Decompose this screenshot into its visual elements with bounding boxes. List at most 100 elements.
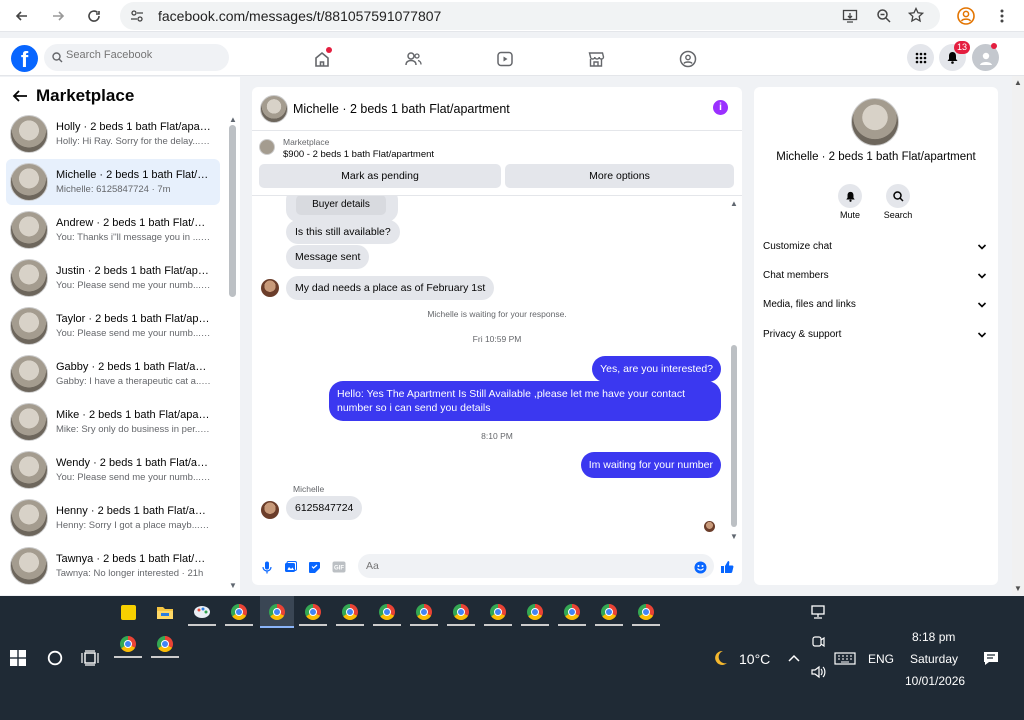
notification-center-icon[interactable] xyxy=(977,644,1005,672)
conversation-item[interactable]: Wendy · 2 beds 1 bath Flat/apa... You: Pl… xyxy=(6,447,220,493)
chrome-icon[interactable] xyxy=(558,598,586,626)
chat-avatar[interactable] xyxy=(260,95,288,123)
chrome-icon[interactable] xyxy=(225,598,253,626)
chrome-icon[interactable] xyxy=(632,598,660,626)
section-chat-members[interactable]: Chat members xyxy=(763,270,991,290)
chat-scrollbar[interactable] xyxy=(731,345,737,527)
marketplace-icon[interactable] xyxy=(585,48,607,70)
file-explorer-icon[interactable] xyxy=(151,598,179,626)
conversation-preview: You: Please send me your numb... · 20h xyxy=(56,472,211,483)
search-conversation-icon[interactable] xyxy=(886,184,910,208)
chrome-icon[interactable] xyxy=(299,598,327,626)
profile-icon[interactable] xyxy=(955,5,977,27)
video-icon[interactable] xyxy=(494,48,516,70)
scroll-down-arrow-icon[interactable]: ▼ xyxy=(1014,584,1022,593)
install-app-icon[interactable] xyxy=(842,8,858,24)
menu-grid-icon[interactable] xyxy=(907,44,934,71)
volume-icon[interactable] xyxy=(804,658,832,686)
back-arrow-icon[interactable] xyxy=(12,89,28,103)
conversation-item[interactable]: Holly · 2 beds 1 bath Flat/apart... Holly… xyxy=(6,111,220,157)
emoji-icon[interactable] xyxy=(693,560,707,574)
conversation-preview: Michelle: 6125847724 · 7m xyxy=(56,184,171,195)
weather-temperature[interactable]: 10°C xyxy=(739,651,770,667)
message-input[interactable] xyxy=(358,554,714,578)
windows-start-icon[interactable] xyxy=(4,644,32,672)
chevron-down-icon xyxy=(977,301,987,309)
meet-now-icon[interactable] xyxy=(804,628,832,656)
bookmark-star-icon[interactable] xyxy=(908,7,924,23)
section-media-files-links[interactable]: Media, files and links xyxy=(763,299,991,319)
chrome-icon[interactable] xyxy=(114,630,142,658)
task-view-icon[interactable] xyxy=(76,644,104,672)
conversation-item[interactable]: Tawnya · 2 beds 1 bath Flat/apa... Tawnya… xyxy=(6,543,220,589)
buyer-details-button[interactable]: Buyer details xyxy=(296,196,386,215)
timestamp: Fri 10:59 PM xyxy=(472,334,522,344)
chrome-icon[interactable] xyxy=(447,598,475,626)
info-icon[interactable]: i xyxy=(713,100,728,115)
mute-bell-icon[interactable] xyxy=(838,184,862,208)
more-options-button[interactable]: More options xyxy=(505,164,734,188)
facebook-logo-icon[interactable]: f xyxy=(11,45,38,72)
paint-app-icon[interactable] xyxy=(188,598,216,626)
notifications-bell-icon[interactable]: 13 xyxy=(939,41,971,71)
friends-icon[interactable] xyxy=(402,48,424,70)
scroll-up-arrow-icon[interactable]: ▲ xyxy=(229,116,237,124)
chrome-icon[interactable] xyxy=(484,598,512,626)
site-settings-icon[interactable] xyxy=(130,9,144,23)
reload-icon[interactable] xyxy=(83,5,105,27)
scroll-up-arrow-icon[interactable]: ▲ xyxy=(1014,78,1022,87)
gif-icon[interactable]: GIF xyxy=(331,560,347,574)
conversation-item[interactable]: Gabby · 2 beds 1 bath Flat/apar... Gabby:… xyxy=(6,351,220,397)
message-bubble: Is this still available? xyxy=(286,220,400,244)
chrome-icon-active[interactable] xyxy=(260,596,294,628)
chrome-icon[interactable] xyxy=(410,598,438,626)
network-icon[interactable] xyxy=(804,598,832,626)
keyboard-icon[interactable] xyxy=(830,644,860,672)
contact-avatar[interactable] xyxy=(851,98,899,146)
language-indicator[interactable]: ENG xyxy=(868,652,894,666)
facebook-search[interactable] xyxy=(44,44,229,71)
sidebar-scrollbar[interactable] xyxy=(229,125,236,297)
chrome-icon[interactable] xyxy=(595,598,623,626)
conversation-item[interactable]: Andrew · 2 beds 1 bath Flat/ap... You: Th… xyxy=(6,207,220,253)
chrome-icon[interactable] xyxy=(151,630,179,658)
search-circle-icon[interactable] xyxy=(41,644,69,672)
zoom-icon[interactable] xyxy=(876,8,892,24)
clock-date[interactable]: 10/01/2026 xyxy=(905,674,965,688)
weather-moon-icon[interactable] xyxy=(706,644,734,672)
search-input[interactable] xyxy=(66,49,216,61)
scroll-up-arrow-icon[interactable]: ▲ xyxy=(730,200,738,208)
conversation-item[interactable]: Justin · 2 beds 1 bath Flat/apart... You:… xyxy=(6,255,220,301)
chrome-icon[interactable] xyxy=(521,598,549,626)
sidebar-title: Marketplace xyxy=(36,86,135,105)
conversation-item[interactable]: Taylor · 2 beds 1 bath Flat/apar... You: … xyxy=(6,303,220,349)
account-avatar-icon[interactable] xyxy=(972,43,999,71)
chrome-icon[interactable] xyxy=(373,598,401,626)
photo-icon[interactable] xyxy=(283,560,297,574)
address-bar[interactable]: facebook.com/messages/t/881057591077807 xyxy=(120,2,940,30)
chat-title[interactable]: Michelle · 2 beds 1 bath Flat/apartment xyxy=(293,102,510,116)
section-label: Chat members xyxy=(763,270,829,281)
clock-day[interactable]: Saturday xyxy=(910,652,958,666)
chrome-icon[interactable] xyxy=(336,598,364,626)
page-scrollbar[interactable]: ▲ ▼ xyxy=(1012,76,1024,595)
sticker-icon[interactable] xyxy=(307,560,321,574)
thumbs-up-icon[interactable] xyxy=(720,560,734,574)
scroll-down-arrow-icon[interactable]: ▼ xyxy=(229,582,237,590)
conversation-item[interactable]: Henny · 2 beds 1 bath Flat/apart... Henny… xyxy=(6,495,220,541)
conversation-item[interactable]: Mike · 2 beds 1 bath Flat/apart... Mike: … xyxy=(6,399,220,445)
groups-icon[interactable] xyxy=(677,48,699,70)
conversation-item-active[interactable]: Michelle · 2 beds 1 bath Flat/ap... Miche… xyxy=(6,159,220,205)
section-customize-chat[interactable]: Customize chat xyxy=(763,241,991,261)
browser-menu-icon[interactable] xyxy=(991,5,1013,27)
mark-as-pending-button[interactable]: Mark as pending xyxy=(259,164,501,188)
home-icon[interactable] xyxy=(311,47,333,70)
forward-icon[interactable] xyxy=(47,5,69,27)
section-privacy-support[interactable]: Privacy & support xyxy=(763,329,991,349)
microphone-icon[interactable] xyxy=(260,560,274,574)
sticky-notes-icon[interactable] xyxy=(114,598,142,626)
scroll-down-arrow-icon[interactable]: ▼ xyxy=(730,533,738,541)
chevron-down-icon xyxy=(977,331,987,339)
back-icon[interactable] xyxy=(11,5,33,27)
clock-time[interactable]: 8:18 pm xyxy=(912,630,955,644)
